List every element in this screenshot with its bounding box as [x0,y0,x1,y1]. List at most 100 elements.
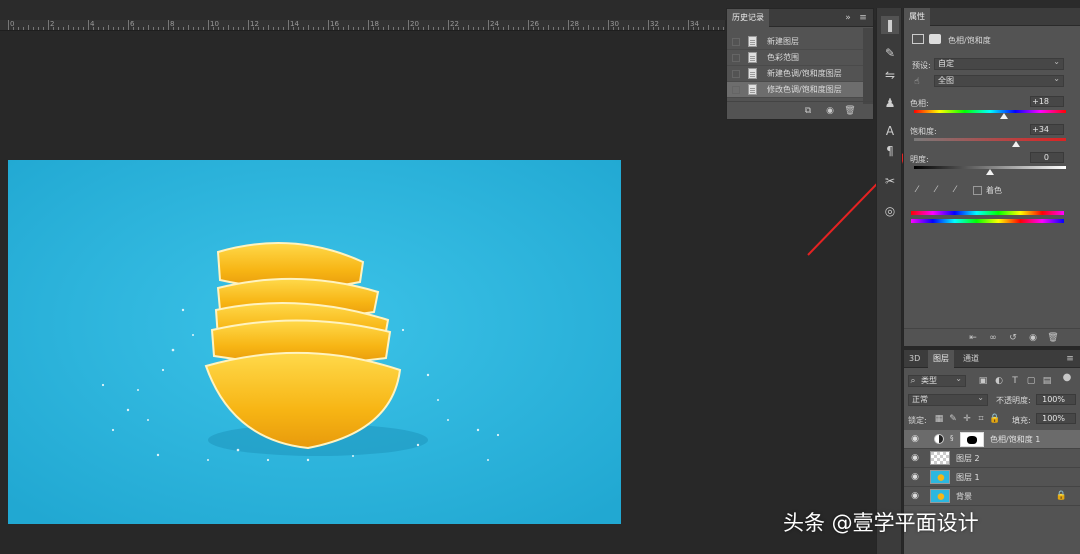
layer-name: 图层 2 [956,454,980,463]
saturation-slider-thumb[interactable] [1011,141,1020,147]
tab-layers[interactable]: 图层 [928,350,954,368]
ruler-tick [583,27,584,30]
panel-menu-icon[interactable]: ≡ [856,12,870,24]
ruler-number: 32 [650,20,659,28]
history-item-selected[interactable]: 修改色调/饱和度图层 [727,82,863,98]
history-item[interactable]: 色彩范围 [727,50,863,66]
history-item-label: 新建图层 [767,37,799,46]
filter-toggle-icon[interactable]: ● [1060,372,1074,384]
new-document-from-state-icon[interactable]: ⧉ [801,105,815,117]
visibility-icon[interactable]: ◉ [1026,332,1040,344]
eye-icon[interactable]: ◉ [909,434,921,444]
ruler-tick [278,27,279,30]
ruler-tick [143,27,144,30]
brush-icon[interactable]: ✎ [881,44,899,62]
mask-icon[interactable] [929,34,941,44]
reset-icon[interactable]: ↺ [1006,332,1020,344]
hue-value-field[interactable]: +18 [1030,96,1064,107]
lightness-value-field[interactable]: 0 [1030,152,1064,163]
adjustment-icon [912,34,924,44]
view-previous-icon[interactable]: ∞ [986,332,1000,344]
ruler-tick [508,25,509,30]
eyedropper-icon[interactable]: ⁄ [910,184,924,196]
lock-image-icon[interactable]: ✎ [946,413,960,425]
paragraph-icon[interactable]: ¶ [881,142,899,160]
filter-adjustment-icon[interactable]: ◐ [992,375,1006,387]
layer-mask-thumbnail[interactable] [960,432,984,447]
horizontal-ruler: 024681012141618202224262830323436 [0,20,725,31]
character-icon[interactable]: A [881,122,899,140]
layer-row[interactable]: ◉ 背景 🔒 [904,487,1080,506]
tab-channels[interactable]: 通道 [958,350,984,368]
layer-row[interactable]: ◉ § 色相/饱和度 1 [904,430,1080,449]
tab-history[interactable]: 历史记录 [727,9,769,27]
lock-position-icon[interactable]: ✛ [960,413,974,425]
link-icon: § [950,434,954,442]
history-scrollbar[interactable] [863,28,873,104]
ruler-tick [178,27,179,30]
filter-smart-object-icon[interactable]: ▤ [1040,375,1054,387]
filter-type-icon[interactable]: T [1008,375,1022,387]
blend-mode-dropdown[interactable]: 正常 [908,393,988,406]
eyedropper-minus-icon[interactable]: ⁄ [948,184,962,196]
ruler-number: 6 [130,20,135,28]
layer-row[interactable]: ◉ 图层 1 [904,468,1080,487]
ruler-tick [288,20,289,30]
ruler-tick [328,20,329,30]
fill-field[interactable]: 100% [1036,413,1076,424]
history-footer: ⧉ ◉ 🗑 [727,101,873,119]
document-icon [748,84,757,95]
hue-slider-track[interactable] [914,110,1066,113]
lock-transparent-icon[interactable]: ▦ [932,413,946,425]
lemon-photo [8,160,621,524]
history-snapshot-checkbox[interactable] [732,70,740,78]
libraries-icon[interactable]: ◎ [881,202,899,220]
tab-3d[interactable]: 3D [904,350,925,368]
lock-artboard-icon[interactable]: ⌗ [974,413,988,425]
camera-icon[interactable]: ◉ [823,105,837,117]
tools-icon[interactable]: ✂ [881,172,899,190]
ruler-tick [433,27,434,30]
ruler-tick [518,27,519,30]
ruler-tick [168,20,169,30]
ruler-tick [398,27,399,30]
clip-to-layer-icon[interactable]: ⇤ [966,332,980,344]
tab-properties[interactable]: 属性 [904,8,930,26]
history-item[interactable]: 新建色调/饱和度图层 [727,66,863,82]
colorize-checkbox[interactable] [973,186,982,195]
document-canvas[interactable] [8,160,621,524]
history-item[interactable]: 新建图层 [727,34,863,50]
hand-target-icon[interactable]: ☝ [910,76,924,88]
eye-icon[interactable]: ◉ [909,491,921,501]
saturation-slider-track[interactable] [914,138,1066,141]
channel-dropdown[interactable]: 全图 [934,74,1064,87]
ruler-tick [553,27,554,30]
history-snapshot-checkbox[interactable] [732,54,740,62]
history-snapshot-checkbox[interactable] [732,38,740,46]
preset-dropdown[interactable]: 自定 [934,57,1064,70]
opacity-field[interactable]: 100% [1036,394,1076,405]
eye-icon[interactable]: ◉ [909,453,921,463]
layer-row[interactable]: ◉ 图层 2 [904,449,1080,468]
trash-icon[interactable]: 🗑 [843,105,857,117]
lightness-slider-thumb[interactable] [986,169,994,175]
filter-pixel-icon[interactable]: ▣ [976,375,990,387]
ruler-tick [273,27,274,30]
lock-all-icon[interactable]: 🔒 [988,413,1002,425]
clone-source-icon[interactable]: ♟ [881,94,899,112]
ruler-tick [83,27,84,30]
panel-menu-icon[interactable]: ≡ [1063,353,1077,365]
history-snapshot-checkbox[interactable] [732,86,740,94]
eyedropper-plus-icon[interactable]: ⁄ [929,184,943,196]
ruler-tick [103,27,104,30]
adjustments-icon[interactable]: ⇋ [881,66,899,84]
collapse-icon[interactable]: » [841,12,855,24]
properties-footer: ⇤ ∞ ↺ ◉ 🗑 [904,328,1080,346]
trash-icon[interactable]: 🗑 [1046,332,1060,344]
ruler-tick [243,27,244,30]
hue-slider-thumb[interactable] [999,113,1008,119]
saturation-value-field[interactable]: +34 [1030,124,1064,135]
history-dock-icon[interactable]: ❚ [881,16,899,34]
filter-shape-icon[interactable]: ▢ [1024,375,1038,387]
eye-icon[interactable]: ◉ [909,472,921,482]
